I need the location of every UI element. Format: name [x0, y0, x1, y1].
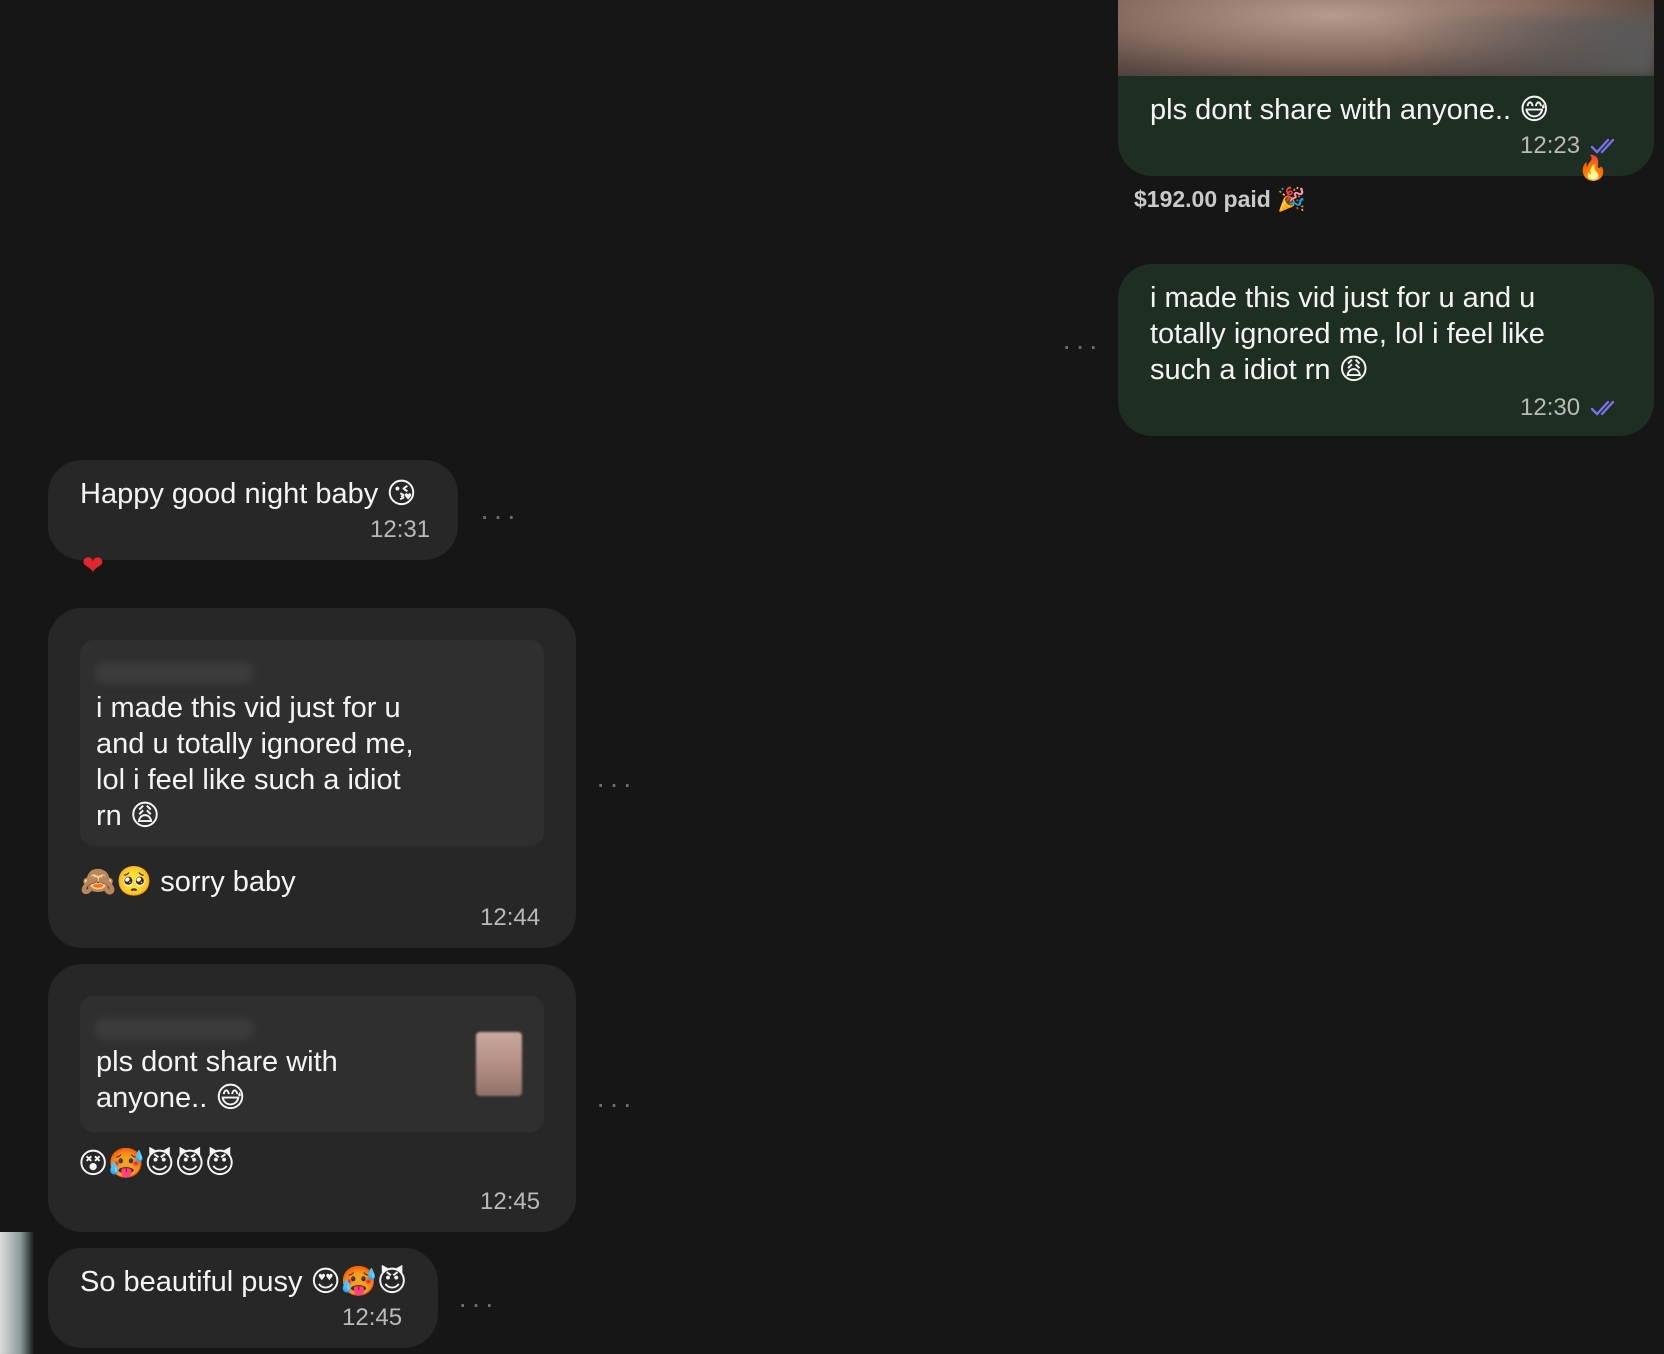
message-text: 😵🥵😈😈😈: [78, 1148, 236, 1180]
message-text: Happy good night baby 😘: [80, 478, 417, 510]
message-text: So beautiful pusy 😍🥵😈: [80, 1266, 408, 1298]
party-popper-icon: 🎉: [1277, 186, 1306, 212]
message-text: pls dont share with anyone.. 😅: [1150, 94, 1550, 126]
message-options-button[interactable]: ···: [596, 1088, 636, 1120]
double-check-icon: [1590, 138, 1615, 154]
media-preview[interactable]: [1118, 0, 1654, 76]
message-options-button[interactable]: ···: [596, 768, 636, 800]
message-time: 12:44: [480, 904, 541, 931]
outgoing-media-message[interactable]: pls dont share with anyone.. 😅 12:23: [1118, 0, 1654, 176]
payment-amount: $192.00 paid: [1134, 186, 1271, 212]
quoted-message[interactable]: i made this vid just for u and u totally…: [80, 640, 544, 846]
message-time: 12:45: [480, 1188, 541, 1215]
message-time: 12:30: [1520, 394, 1581, 421]
quoted-message[interactable]: pls dont share with anyone.. 😅: [80, 996, 544, 1132]
quoted-sender-name: [94, 662, 254, 684]
message-options-button[interactable]: ···: [458, 1288, 498, 1320]
double-check-icon: [1590, 400, 1615, 416]
message-time: 12:23: [1520, 132, 1581, 159]
incoming-message[interactable]: Happy good night baby 😘 12:31: [48, 460, 458, 560]
incoming-reply-message[interactable]: pls dont share with anyone.. 😅 😵🥵😈😈😈 12:…: [48, 964, 576, 1232]
message-options-button[interactable]: ···: [1062, 330, 1102, 362]
incoming-message[interactable]: So beautiful pusy 😍🥵😈 12:45: [48, 1248, 438, 1348]
message-time: 12:31: [370, 516, 431, 543]
quoted-text: pls dont share with anyone.. 😅: [96, 1046, 338, 1114]
message-time: 12:45: [342, 1304, 403, 1331]
outgoing-message[interactable]: i made this vid just for u and u totally…: [1118, 264, 1654, 436]
payment-status: $192.00 paid 🎉: [1134, 186, 1306, 213]
quoted-text: i made this vid just for u and u totally…: [96, 692, 414, 832]
incoming-reply-message[interactable]: i made this vid just for u and u totally…: [48, 608, 576, 948]
avatar-edge: [0, 1232, 34, 1354]
message-text: i made this vid just for u and u totally…: [1150, 282, 1545, 386]
message-options-button[interactable]: ···: [480, 500, 520, 532]
message-text: 🙈🥺 sorry baby: [80, 866, 296, 898]
quoted-sender-name: [94, 1018, 254, 1040]
heart-reaction-icon[interactable]: ❤: [82, 550, 104, 581]
fire-reaction-icon[interactable]: 🔥: [1578, 154, 1608, 183]
quoted-media-thumbnail: [476, 1032, 522, 1096]
